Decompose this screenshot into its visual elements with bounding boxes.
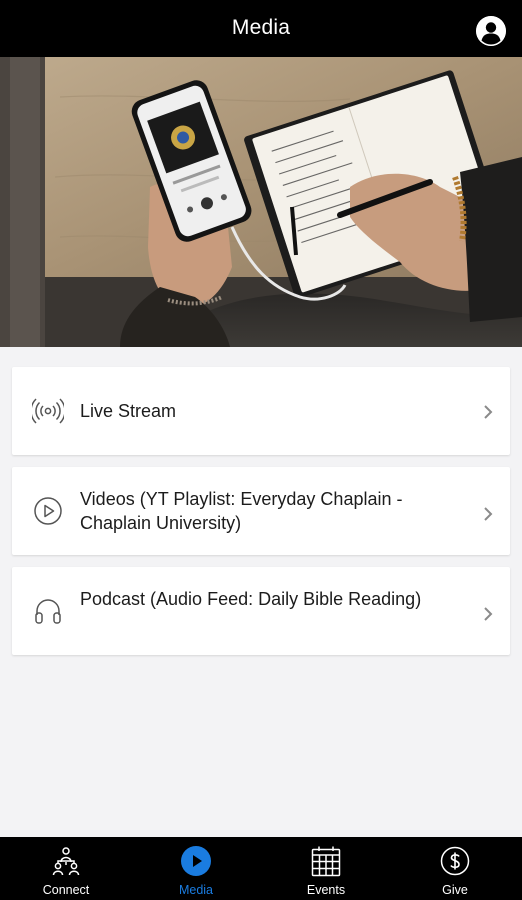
dollar-icon — [440, 846, 470, 876]
list-item-podcast[interactable]: Podcast (Audio Feed: Daily Bible Reading… — [12, 567, 510, 655]
tab-label: Give — [442, 883, 468, 897]
list-item-label: Podcast (Audio Feed: Daily Bible Reading… — [80, 589, 422, 609]
play-circle-icon — [34, 497, 62, 525]
media-screen: Media Live Stream Videos (YT Playlist: E… — [0, 0, 522, 900]
list-item-label: Live Stream — [80, 401, 177, 421]
list-item-live-stream[interactable]: Live Stream — [12, 367, 510, 455]
tab-give[interactable]: Give — [400, 837, 510, 900]
user-icon — [476, 16, 506, 46]
tab-media[interactable]: Media — [141, 837, 251, 900]
hero-photo — [0, 57, 522, 347]
media-list: Live Stream Videos (YT Playlist: Everyda… — [12, 367, 510, 667]
chevron-right-icon — [484, 405, 493, 419]
tab-label: Connect — [42, 883, 90, 897]
page-title: Media — [231, 16, 291, 39]
calendar-icon — [311, 846, 341, 877]
bottom-tab-bar: Connect Media Events Give — [0, 837, 522, 900]
tab-label: Events — [306, 883, 346, 897]
profile-button[interactable] — [476, 16, 506, 46]
media-play-icon — [181, 846, 211, 876]
tab-connect[interactable]: Connect — [11, 837, 121, 900]
live-stream-icon — [32, 398, 64, 424]
tab-label: Media — [178, 883, 214, 897]
list-item-label: Videos (YT Playlist: Everyday Chaplain -… — [80, 489, 403, 533]
top-nav-bar: Media — [0, 0, 522, 57]
list-item-videos[interactable]: Videos (YT Playlist: Everyday Chaplain -… — [12, 467, 510, 555]
hero-image — [0, 57, 522, 347]
chevron-right-icon — [484, 507, 493, 521]
headphones-icon — [35, 599, 61, 624]
tab-events[interactable]: Events — [271, 837, 381, 900]
connect-icon — [52, 847, 80, 876]
chevron-right-icon — [484, 607, 493, 621]
